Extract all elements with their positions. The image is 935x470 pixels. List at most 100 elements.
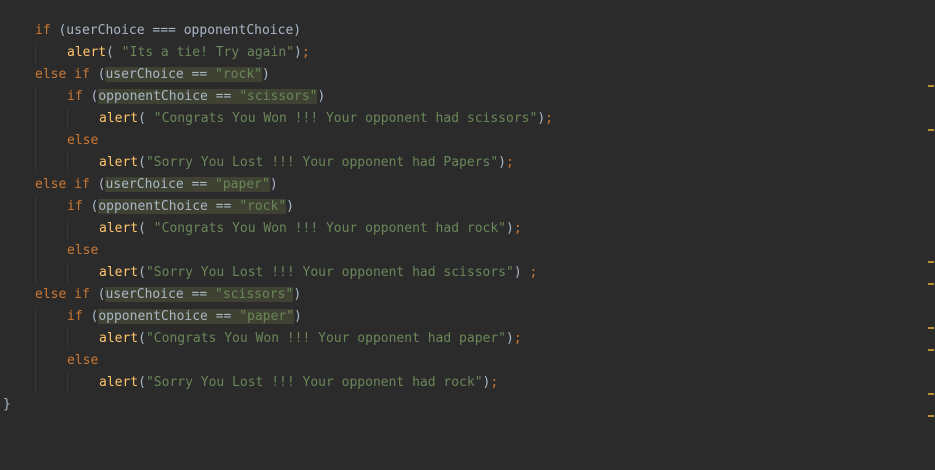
function-token: alert bbox=[99, 265, 139, 280]
code-token: ) bbox=[269, 177, 278, 192]
code-line[interactable]: alert("Congrats You Won !!! Your opponen… bbox=[3, 328, 553, 350]
indent-guide bbox=[35, 152, 36, 174]
code-line[interactable]: else bbox=[3, 240, 553, 262]
function-token: alert bbox=[99, 221, 139, 236]
function-token: alert bbox=[99, 331, 139, 346]
indent-guide bbox=[67, 262, 68, 284]
indent-guide bbox=[35, 42, 36, 64]
string-token: "scissors" bbox=[215, 287, 294, 302]
indent-guide bbox=[35, 262, 36, 284]
scrollbar-markers bbox=[927, 0, 935, 470]
code-token: userChoice == bbox=[105, 67, 216, 82]
code-token: ( bbox=[138, 155, 146, 170]
code-line[interactable]: if (opponentChoice == "scissors") bbox=[3, 86, 553, 108]
code-token: ( bbox=[138, 375, 146, 390]
keyword-token: else bbox=[67, 243, 99, 258]
code-token: ) bbox=[294, 309, 302, 324]
indent-guide bbox=[67, 328, 68, 350]
string-token: "rock" bbox=[215, 67, 262, 82]
code-line[interactable]: alert( "Congrats You Won !!! Your oppone… bbox=[3, 218, 553, 240]
keyword-token: else if bbox=[35, 287, 98, 302]
keyword-token: else bbox=[67, 353, 99, 368]
code-token: userChoice == bbox=[105, 177, 216, 192]
string-token: "Congrats You Won !!! Your opponent had … bbox=[153, 221, 506, 236]
code-line[interactable]: } bbox=[3, 394, 553, 416]
scrollbar-marker[interactable] bbox=[928, 349, 934, 351]
string-token: "Its a tie! Try again" bbox=[121, 45, 294, 60]
code-line[interactable]: alert("Sorry You Lost !!! Your opponent … bbox=[3, 262, 553, 284]
code-token: ) bbox=[317, 89, 326, 104]
code-line[interactable]: else bbox=[3, 350, 553, 372]
code-token: } bbox=[3, 397, 11, 412]
code-area[interactable]: if (userChoice === opponentChoice) alert(… bbox=[3, 20, 553, 416]
code-token: ) bbox=[537, 111, 546, 126]
code-line[interactable]: else if (userChoice == "paper") bbox=[3, 174, 553, 196]
code-line[interactable]: alert("Sorry You Lost !!! Your opponent … bbox=[3, 152, 553, 174]
code-token: opponentChoice == bbox=[98, 89, 240, 104]
string-token: "rock" bbox=[239, 199, 287, 214]
keyword-token: else if bbox=[35, 177, 98, 192]
code-token: ) bbox=[498, 155, 506, 170]
code-token: ) bbox=[286, 199, 294, 214]
keyword-token: ; bbox=[301, 45, 310, 60]
indent-guide bbox=[67, 372, 68, 394]
string-token: "Congrats You Won !!! Your opponent had … bbox=[145, 331, 506, 346]
keyword-token: if bbox=[67, 199, 91, 214]
code-token: ( bbox=[106, 45, 122, 60]
scrollbar-marker[interactable] bbox=[928, 393, 934, 395]
function-token: alert bbox=[99, 111, 139, 126]
code-line[interactable]: alert( "Congrats You Won !!! Your oppone… bbox=[3, 108, 553, 130]
string-token: "Sorry You Lost !!! Your opponent had Pa… bbox=[145, 155, 499, 170]
code-line[interactable]: if (opponentChoice == "rock") bbox=[3, 196, 553, 218]
indent-guide bbox=[67, 218, 68, 240]
code-line[interactable]: if (userChoice === opponentChoice) bbox=[3, 20, 553, 42]
code-line[interactable]: else if (userChoice == "scissors") bbox=[3, 284, 553, 306]
scrollbar-marker[interactable] bbox=[928, 327, 934, 329]
scrollbar-marker[interactable] bbox=[928, 261, 934, 263]
string-token: "paper" bbox=[239, 309, 294, 324]
keyword-token: else bbox=[67, 133, 99, 148]
indent-guide bbox=[35, 306, 36, 328]
code-token: userChoice == bbox=[105, 287, 216, 302]
string-token: "Sorry You Lost !!! Your opponent had sc… bbox=[145, 265, 514, 280]
string-token: "Sorry You Lost !!! Your opponent had ro… bbox=[145, 375, 483, 390]
indent-guide bbox=[35, 218, 36, 240]
string-token: "paper" bbox=[215, 177, 270, 192]
indent-guide bbox=[67, 108, 68, 130]
code-token: opponentChoice == bbox=[98, 309, 240, 324]
string-token: "scissors" bbox=[239, 89, 318, 104]
code-token: ) bbox=[262, 67, 270, 82]
code-token: (userChoice === opponentChoice) bbox=[58, 23, 302, 38]
keyword-token: ; bbox=[513, 331, 522, 346]
string-token: "Congrats You Won !!! Your opponent had … bbox=[153, 111, 538, 126]
code-token: ) bbox=[513, 265, 530, 280]
code-line[interactable]: else bbox=[3, 130, 553, 152]
keyword-token: if bbox=[67, 309, 91, 324]
scrollbar-marker[interactable] bbox=[928, 415, 934, 417]
code-line[interactable]: if (opponentChoice == "paper") bbox=[3, 306, 553, 328]
function-token: alert bbox=[67, 45, 107, 60]
indent-guide bbox=[35, 328, 36, 350]
code-line[interactable]: else if (userChoice == "rock") bbox=[3, 64, 553, 86]
scrollbar-marker[interactable] bbox=[928, 283, 934, 285]
keyword-token: ; bbox=[529, 265, 538, 280]
code-token: ( bbox=[138, 265, 146, 280]
keyword-token: if bbox=[35, 23, 59, 38]
keyword-token: if bbox=[67, 89, 91, 104]
scrollbar-marker[interactable] bbox=[928, 85, 934, 87]
code-token: ) bbox=[506, 221, 514, 236]
indent-guide bbox=[35, 372, 36, 394]
code-editor[interactable]: if (userChoice === opponentChoice) alert(… bbox=[0, 0, 935, 470]
indent-guide bbox=[67, 152, 68, 174]
indent-guide bbox=[35, 108, 36, 130]
keyword-token: ; bbox=[545, 111, 553, 126]
keyword-token: else if bbox=[35, 67, 98, 82]
code-line[interactable]: alert("Sorry You Lost !!! Your opponent … bbox=[3, 372, 553, 394]
indent-guide bbox=[35, 196, 36, 218]
indent-guide bbox=[35, 350, 36, 372]
keyword-token: ; bbox=[506, 155, 514, 170]
scrollbar-marker[interactable] bbox=[928, 129, 934, 131]
code-line[interactable]: alert( "Its a tie! Try again"); bbox=[3, 42, 553, 64]
indent-guide bbox=[35, 130, 36, 152]
code-token: ) bbox=[506, 331, 514, 346]
